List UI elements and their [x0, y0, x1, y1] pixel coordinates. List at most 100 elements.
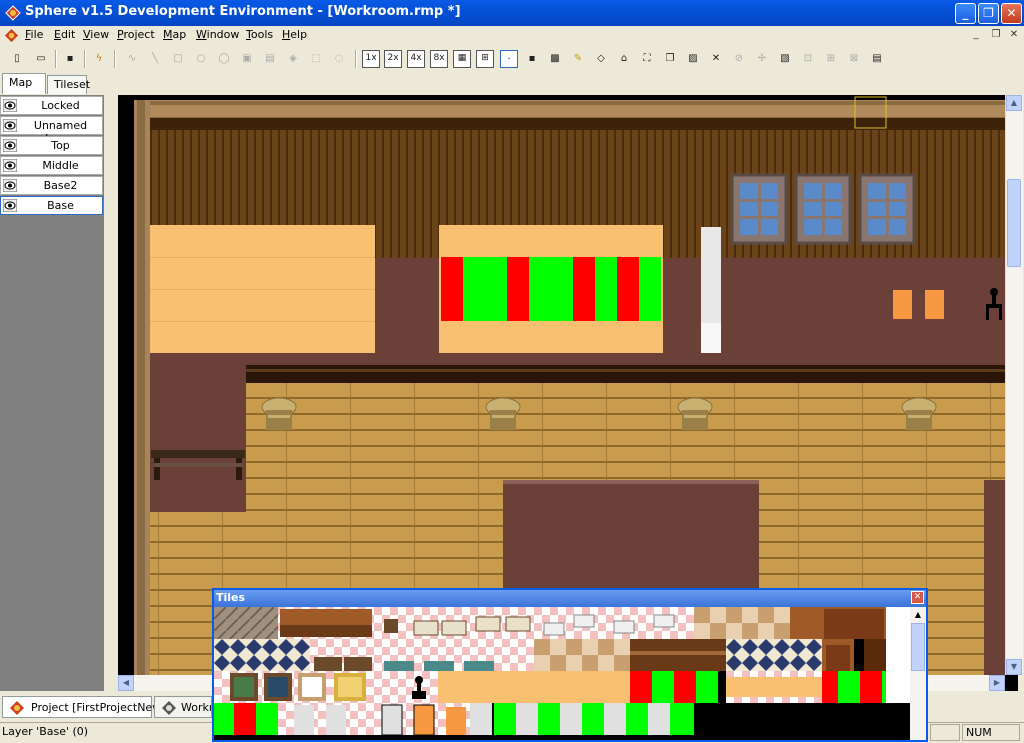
menu-tools[interactable]: Tools — [246, 28, 273, 41]
tiles-close-icon[interactable]: ✕ — [911, 591, 924, 604]
orange-tile — [925, 290, 944, 319]
zoom-8x-button[interactable]: 8x — [430, 50, 448, 68]
zone-add-icon[interactable]: ⊞ — [822, 50, 840, 68]
tiles-title: Tiles — [216, 591, 246, 604]
menu-map[interactable]: Map — [163, 28, 186, 41]
layer-row-top[interactable]: Top — [0, 136, 103, 155]
brush-3-icon[interactable]: ▩ — [546, 50, 564, 68]
circle-icon[interactable]: ○ — [192, 50, 210, 68]
save-icon[interactable]: ▪ — [61, 50, 79, 68]
obstruction-icon[interactable]: ⊘ — [730, 50, 748, 68]
pencil-icon[interactable]: ✎ — [569, 50, 587, 68]
panel-tabs: Map Tileset — [0, 73, 1024, 94]
menu-edit[interactable]: Edit — [54, 28, 75, 41]
entity-icon[interactable]: ✢ — [753, 50, 771, 68]
new-file-icon[interactable]: ▯ — [8, 50, 26, 68]
menu-project[interactable]: Project — [117, 28, 155, 41]
open-folder-icon[interactable]: ▭ — [32, 50, 50, 68]
line-icon[interactable]: ╲ — [146, 50, 164, 68]
eye-icon[interactable] — [3, 159, 17, 172]
tab-map[interactable]: Map — [2, 73, 46, 94]
menu-file[interactable]: File — [25, 28, 43, 41]
flood-fill-icon[interactable]: ⌂ — [615, 50, 633, 68]
tab-workroom[interactable]: Workr — [154, 696, 212, 718]
layer-row-unnamed[interactable]: Unnamed Layer — [0, 116, 103, 145]
eye-icon[interactable] — [3, 199, 17, 212]
tile-palette[interactable] — [214, 607, 910, 740]
document-icon[interactable] — [4, 28, 19, 43]
status-layer: Layer 'Base' (0) — [2, 725, 89, 738]
tiles-scroll-thumb[interactable] — [911, 623, 925, 671]
eye-icon[interactable] — [3, 139, 17, 152]
zone-delete-icon[interactable]: ⊠ — [845, 50, 863, 68]
zoom-1x-button[interactable]: 1x — [362, 50, 380, 68]
minimize-button[interactable]: _ — [955, 3, 976, 24]
fill-rect-icon[interactable]: ▣ — [238, 50, 256, 68]
eye-icon[interactable] — [3, 119, 17, 132]
layer-row-locked[interactable]: Locked — [0, 96, 103, 115]
script-icon[interactable]: ▤ — [868, 50, 886, 68]
fill-area-icon[interactable]: ▤ — [261, 50, 279, 68]
scroll-left-icon[interactable]: ◀ — [118, 675, 134, 691]
menu-bar: File Edit View Project Map Window Tools … — [0, 26, 1024, 45]
zone-edit-icon[interactable]: ⊡ — [799, 50, 817, 68]
mdi-close-button[interactable]: ✕ — [1007, 28, 1021, 42]
maximize-button[interactable]: ❐ — [978, 3, 999, 24]
layer-name: Base — [47, 199, 74, 212]
striped-block — [439, 225, 663, 353]
vertical-scrollbar[interactable]: ▲ ▼ — [1005, 95, 1023, 675]
window-icon — [794, 173, 852, 245]
close-button[interactable]: ✕ — [1001, 3, 1022, 24]
rectangle-icon[interactable]: □ — [169, 50, 187, 68]
ellipse-icon[interactable]: ◯ — [215, 50, 233, 68]
lightning-icon[interactable]: ϟ — [90, 50, 108, 68]
scroll-up-icon[interactable]: ▲ — [912, 609, 924, 621]
menu-help[interactable]: Help — [282, 28, 307, 41]
zoom-2x-button[interactable]: 2x — [384, 50, 402, 68]
tab-tileset[interactable]: Tileset — [47, 75, 90, 94]
tab-project[interactable]: Project [FirstProjectNew] — [2, 696, 166, 718]
layer-row-base2[interactable]: Base2 — [0, 176, 103, 195]
select-tiles-icon[interactable]: ⛶ — [638, 50, 656, 68]
layer-row-middle[interactable]: Middle — [0, 156, 103, 175]
scroll-up-icon[interactable]: ▲ — [1006, 95, 1022, 111]
freehand-icon[interactable]: ∿ — [123, 50, 141, 68]
tiles-title-bar[interactable]: Tiles ✕ — [214, 590, 926, 607]
select-icon[interactable]: ⬚ — [307, 50, 325, 68]
brush-2-icon[interactable]: ▪ — [523, 50, 541, 68]
status-num: NUM — [962, 724, 1020, 741]
layer-name: Base2 — [43, 179, 78, 192]
tab-workroom-label: Workr — [181, 701, 212, 714]
panel-splitter[interactable] — [104, 95, 118, 691]
mdi-restore-button[interactable]: ❐ — [989, 28, 1003, 42]
mdi-minimize-button[interactable]: _ — [969, 28, 983, 42]
move-icon[interactable]: ✕ — [707, 50, 725, 68]
zoom-4x-button[interactable]: 4x — [407, 50, 425, 68]
vscroll-thumb[interactable] — [1007, 179, 1021, 267]
scroll-right-icon[interactable]: ▶ — [989, 675, 1005, 691]
tiles-scrollbar[interactable]: ▲ — [910, 607, 926, 740]
zone-icon[interactable]: ▧ — [776, 50, 794, 68]
orange-tile — [893, 290, 912, 319]
copy-icon[interactable]: ❐ — [661, 50, 679, 68]
eye-icon[interactable] — [3, 99, 17, 112]
tiles-window[interactable]: Tiles ✕ ▲ — [212, 588, 928, 742]
layer-name: Top — [51, 139, 70, 152]
brush-1-icon[interactable]: · — [500, 50, 518, 68]
sphere-icon — [10, 701, 24, 715]
stool-icon — [261, 397, 297, 430]
tile-grid-icon[interactable]: ⊞ — [476, 50, 494, 68]
eye-icon[interactable] — [3, 179, 17, 192]
menu-view[interactable]: View — [83, 28, 109, 41]
layer-row-base[interactable]: Base — [0, 196, 103, 215]
eraser-icon[interactable]: ◇ — [592, 50, 610, 68]
scroll-down-icon[interactable]: ▼ — [1006, 659, 1022, 675]
grid-icon[interactable]: ▦ — [453, 50, 471, 68]
menu-window[interactable]: Window — [196, 28, 239, 41]
stool-icon — [677, 397, 713, 430]
paste-icon[interactable]: ▨ — [684, 50, 702, 68]
lasso-icon[interactable]: ◌ — [330, 50, 348, 68]
layer-name: Locked — [41, 99, 80, 112]
tab-project-label: Project [FirstProjectNew] — [31, 701, 166, 714]
paint-bucket-icon[interactable]: ◈ — [284, 50, 302, 68]
